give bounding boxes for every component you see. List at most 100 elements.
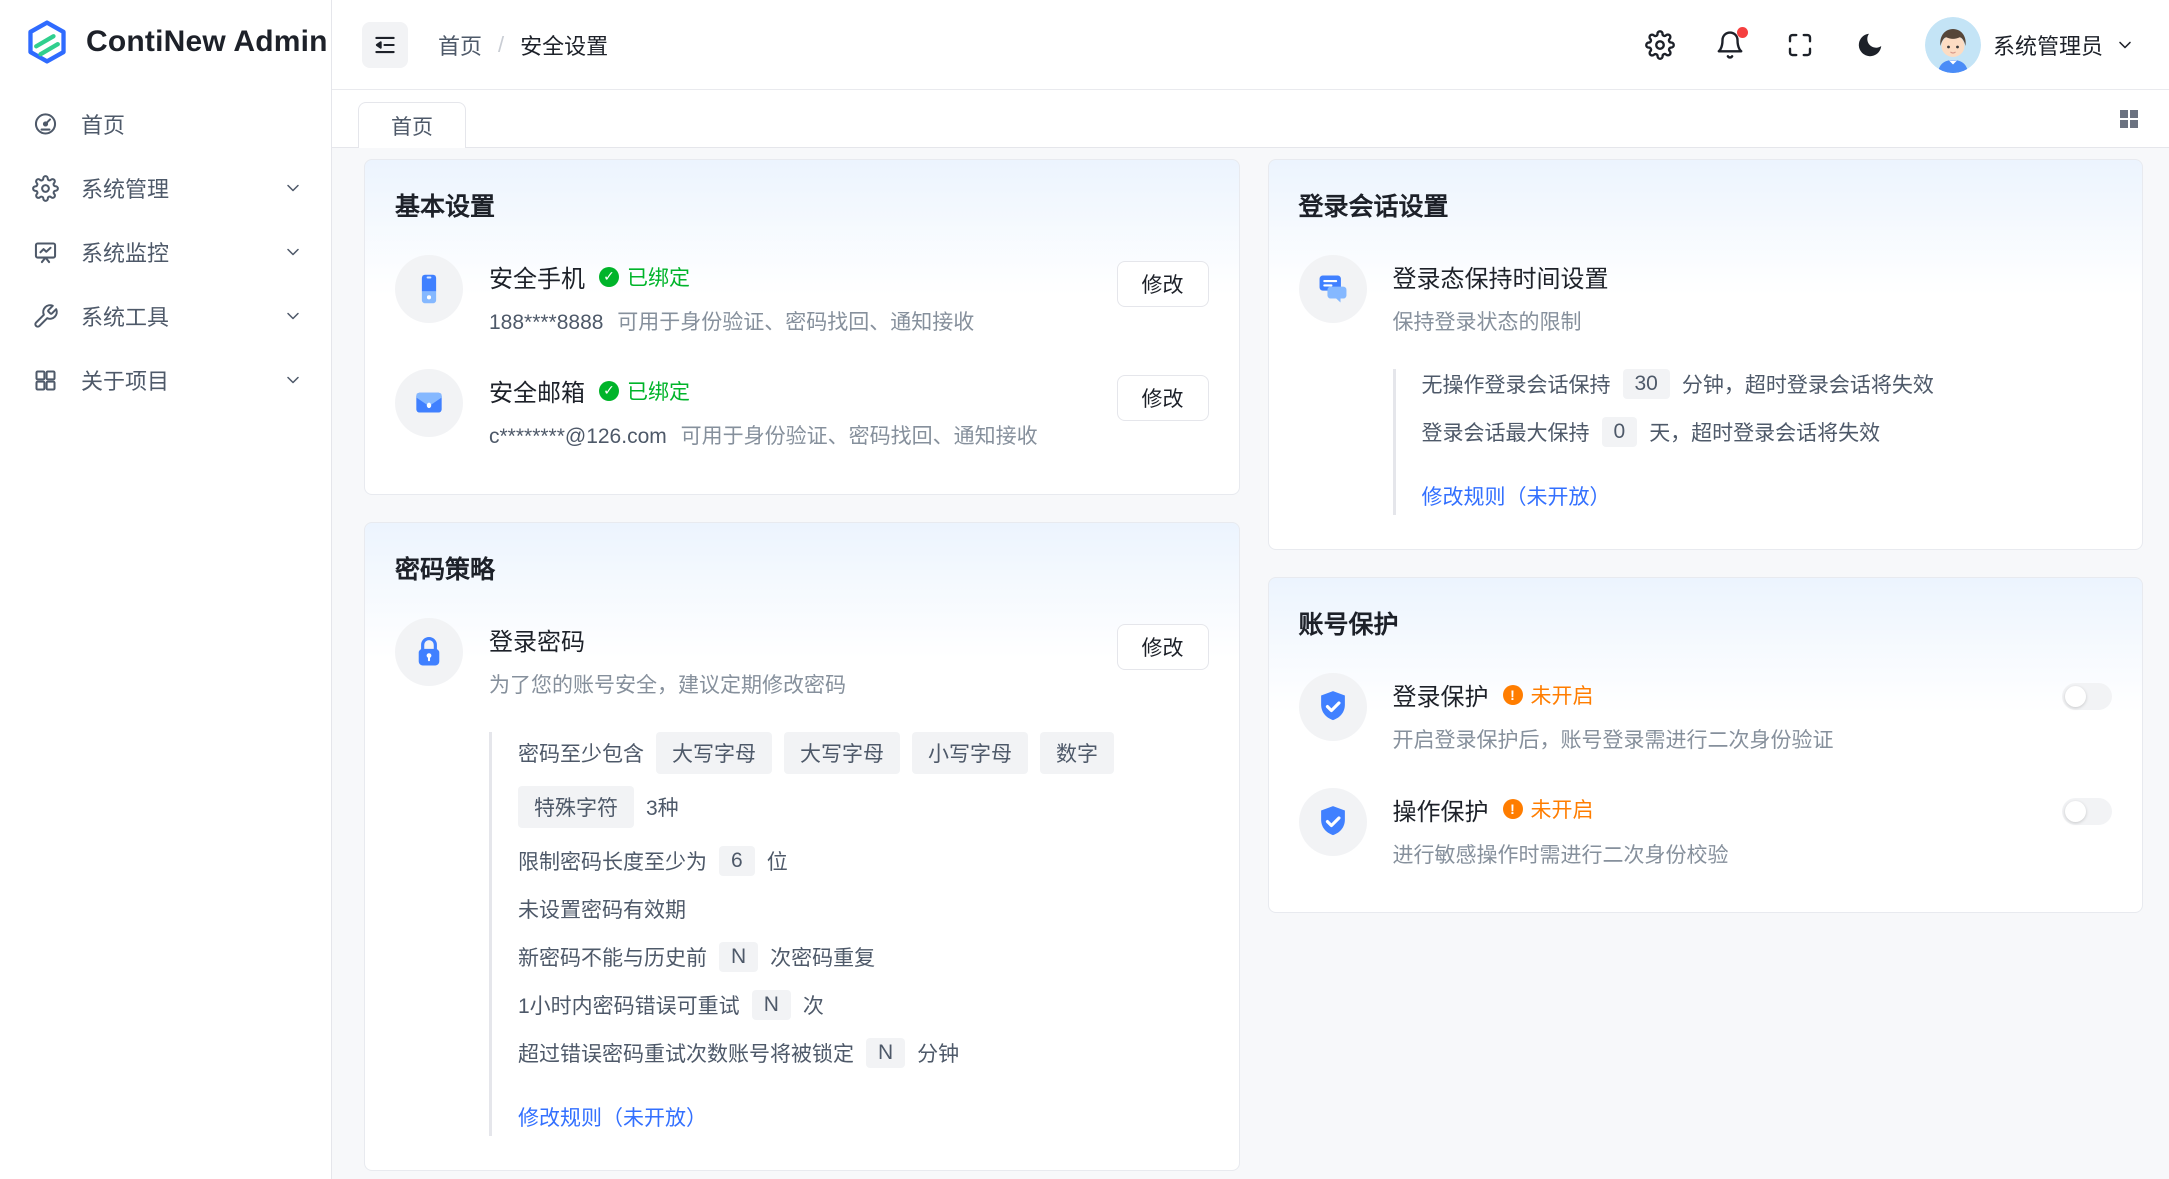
item-title: 安全手机 (489, 259, 585, 294)
login-protection-toggle[interactable] (2062, 683, 2112, 710)
security-email-item: 安全邮箱 ✓ 已绑定 c********@126.com 可用于身份验证、密码找… (365, 351, 1239, 465)
card-login-session: 登录会话设置 登录态保持时间设置 保持登录状态的限制 (1268, 159, 2144, 550)
session-rules: 无操作登录会话保持 30 分钟，超时登录会话将失效 登录会话最大保持 0 天，超… (1393, 369, 2113, 515)
gear-icon (32, 175, 59, 202)
tag-uppercase: 大写字母 (656, 732, 772, 774)
tag-digit: 数字 (1040, 732, 1114, 774)
masked-phone: 188****8888 (489, 311, 603, 334)
max-days-value: 0 (1602, 417, 1638, 447)
left-column: 基本设置 安全手机 ✓ (364, 159, 1240, 1179)
check-icon: ✓ (599, 381, 619, 401)
sidebar-item-label: 关于项目 (81, 364, 261, 396)
email-icon (395, 369, 463, 437)
item-title: 安全邮箱 (489, 373, 585, 408)
header-actions: 系统管理员 (1645, 17, 2135, 73)
sidebar-item-home[interactable]: 首页 (10, 92, 321, 156)
avatar (1925, 17, 1981, 73)
breadcrumb: 首页 / 安全设置 (438, 29, 608, 61)
idle-minutes-value: 30 (1623, 369, 1670, 399)
warning-icon: ! (1503, 685, 1523, 705)
tab-home[interactable]: 首页 (358, 102, 466, 148)
rule-lock: 超过错误密码重试次数账号将被锁定 N 分钟 (518, 1038, 1209, 1068)
status-badge: ! 未开启 (1503, 680, 1594, 710)
card-password-policy: 密码策略 登录密码 为了您的账号安全， (364, 522, 1240, 1171)
modify-password-button[interactable]: 修改 (1117, 624, 1209, 670)
app-logo-icon (24, 19, 70, 65)
password-rules: 密码至少包含 大写字母 大写字母 小写字母 数字 特殊字符 3种 限制密码长度至… (489, 732, 1209, 1136)
sidebar-item-system-management[interactable]: 系统管理 (10, 156, 321, 220)
operation-protection-item: 操作保护 ! 未开启 进行敏感操作时需进行二次身份校验 (1269, 770, 2143, 884)
modify-email-button[interactable]: 修改 (1117, 375, 1209, 421)
chevron-down-icon (283, 370, 303, 390)
dashboard-icon (32, 111, 59, 138)
app: { "app": { "title": "ContiNew Admin" }, … (0, 0, 2169, 1179)
status-badge: ! 未开启 (1503, 794, 1594, 824)
sidebar-item-label: 首页 (81, 108, 303, 140)
tab-bar: 首页 (332, 90, 2169, 148)
rule-min-length: 限制密码长度至少为 6 位 (518, 846, 1209, 876)
item-title: 登录态保持时间设置 (1393, 259, 1609, 294)
menu-fold-icon (372, 32, 398, 58)
lock-icon (395, 618, 463, 686)
sidebar-item-system-tools[interactable]: 系统工具 (10, 284, 321, 348)
masked-email: c********@126.com (489, 425, 667, 448)
app-title: ContiNew Admin (86, 25, 328, 59)
sidebar-item-label: 系统管理 (81, 172, 261, 204)
card-title: 登录会话设置 (1269, 160, 2143, 237)
status-badge: ✓ 已绑定 (599, 376, 690, 406)
wrench-icon (32, 303, 59, 330)
right-column: 登录会话设置 登录态保持时间设置 保持登录状态的限制 (1268, 159, 2144, 1179)
sidebar-item-about-project[interactable]: 关于项目 (10, 348, 321, 412)
session-keep-item: 登录态保持时间设置 保持登录状态的限制 (1269, 237, 2143, 351)
tag-special: 特殊字符 (518, 786, 634, 828)
breadcrumb-current: 安全设置 (520, 29, 608, 61)
chevron-down-icon (2115, 35, 2135, 55)
login-password-item: 登录密码 为了您的账号安全，建议定期修改密码 修改 (365, 600, 1239, 714)
tab-grid-icon[interactable] (2117, 107, 2169, 131)
user-menu[interactable]: 系统管理员 (1925, 17, 2135, 73)
shield-check-icon (1299, 788, 1367, 856)
card-title: 密码策略 (365, 523, 1239, 600)
shield-check-icon (1299, 673, 1367, 741)
card-account-protection: 账号保护 登录保护 ! 未开启 (1268, 577, 2144, 913)
rule-char-types: 密码至少包含 大写字母 大写字母 小写字母 数字 特殊字符 3种 (518, 732, 1209, 828)
breadcrumb-home[interactable]: 首页 (438, 29, 482, 61)
modify-rules-link[interactable]: 修改规则（未开放） (1422, 481, 1611, 511)
check-icon: ✓ (599, 267, 619, 287)
phone-icon (395, 255, 463, 323)
tag-uppercase: 大写字母 (784, 732, 900, 774)
notification-badge (1737, 27, 1748, 38)
settings-icon[interactable] (1645, 30, 1675, 60)
user-name: 系统管理员 (1993, 29, 2103, 61)
logo[interactable]: ContiNew Admin (0, 0, 331, 84)
tab-label: 首页 (391, 111, 433, 141)
chevron-down-icon (283, 306, 303, 326)
breadcrumb-separator: / (498, 32, 504, 58)
rule-history: 新密码不能与历史前 N 次密码重复 (518, 942, 1209, 972)
sidebar-collapse-button[interactable] (362, 22, 408, 68)
modify-phone-button[interactable]: 修改 (1117, 261, 1209, 307)
status-badge: ✓ 已绑定 (599, 262, 690, 292)
tag-lowercase: 小写字母 (912, 732, 1028, 774)
rule-retry: 1小时内密码错误可重试 N 次 (518, 990, 1209, 1020)
operation-protection-toggle[interactable] (2062, 798, 2112, 825)
grid-icon (32, 367, 59, 394)
notifications-bell-icon[interactable] (1715, 30, 1745, 60)
rule-max-keep: 登录会话最大保持 0 天，超时登录会话将失效 (1422, 417, 2113, 447)
chat-bubbles-icon (1299, 255, 1367, 323)
sidebar-item-system-monitor[interactable]: 系统监控 (10, 220, 321, 284)
sidebar-item-label: 系统工具 (81, 300, 261, 332)
header: 首页 / 安全设置 (332, 0, 2169, 90)
fullscreen-icon[interactable] (1785, 30, 1815, 60)
modify-rules-link[interactable]: 修改规则（未开放） (518, 1102, 707, 1132)
dark-mode-moon-icon[interactable] (1855, 30, 1885, 60)
rule-idle-timeout: 无操作登录会话保持 30 分钟，超时登录会话将失效 (1422, 369, 2113, 399)
item-title: 操作保护 (1393, 792, 1489, 827)
main-area: 首页 / 安全设置 (332, 0, 2169, 1179)
chevron-down-icon (283, 178, 303, 198)
item-title: 登录密码 (489, 622, 585, 657)
card-title: 基本设置 (365, 160, 1239, 237)
item-title: 登录保护 (1393, 677, 1489, 712)
warning-icon: ! (1503, 799, 1523, 819)
card-title: 账号保护 (1269, 578, 2143, 655)
